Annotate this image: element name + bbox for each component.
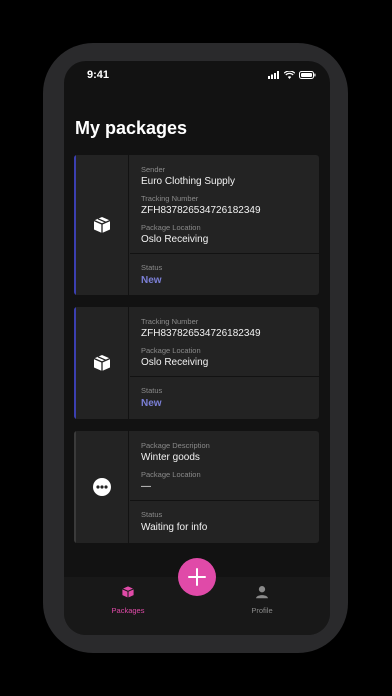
wifi-icon [284,71,295,79]
field-label: Package Location [141,223,201,232]
signal-icon [268,71,279,79]
more-icon [93,478,111,496]
battery-icon [299,71,316,79]
tab-label: Packages [111,606,145,615]
status-time: 9:41 [87,69,110,81]
package-card[interactable]: Tracking Number ZFH837826534726182349 Pa… [74,307,319,419]
card-status: Status New [130,254,319,295]
field-label: Package Location [141,470,201,479]
field-value: ZFH837826534726182349 [141,205,261,216]
card-icon-column [76,431,129,543]
add-package-button[interactable] [178,558,216,596]
field-value: Winter goods [141,452,200,463]
field-value: — [141,481,151,492]
box-icon [93,355,111,371]
card-icon-column [76,155,129,295]
page-title: My packages [75,118,188,138]
field-label: Package Description [141,441,210,450]
status-label: Status [141,510,163,519]
field-value: Oslo Receiving [141,234,209,245]
status-icons [268,71,316,79]
field-value: Oslo Receiving [141,357,209,368]
plus-icon [188,568,206,586]
status-label: Status [141,263,163,272]
status-bar: 9:41 [64,61,330,91]
status-label: Status [141,386,163,395]
card-info: Tracking Number ZFH837826534726182349 Pa… [130,307,319,377]
package-card[interactable]: Package Description Winter goods Package… [74,431,319,543]
status-value: New [141,398,162,409]
person-icon [256,586,268,599]
tab-profile[interactable]: Profile [222,585,302,615]
app-screen: 9:41 My packages Sender Euro Clothing Su… [64,61,330,635]
field-label: Tracking Number [141,194,199,203]
field-label: Tracking Number [141,317,199,326]
field-label: Package Location [141,346,201,355]
field-value: ZFH837826534726182349 [141,328,261,339]
tab-packages[interactable]: Packages [88,585,168,615]
box-icon [122,586,134,598]
card-info: Sender Euro Clothing Supply Tracking Num… [130,155,319,254]
card-icon-column [76,307,129,419]
status-value: New [141,275,162,286]
status-value: Waiting for info [141,522,208,533]
tab-label: Profile [251,606,273,615]
card-status: Status New [130,377,319,419]
card-info: Package Description Winter goods Package… [130,431,319,501]
field-value: Euro Clothing Supply [141,176,235,187]
box-icon [93,217,111,233]
package-card[interactable]: Sender Euro Clothing Supply Tracking Num… [74,155,319,295]
card-status: Status Waiting for info [130,501,319,543]
field-label: Sender [141,165,166,174]
